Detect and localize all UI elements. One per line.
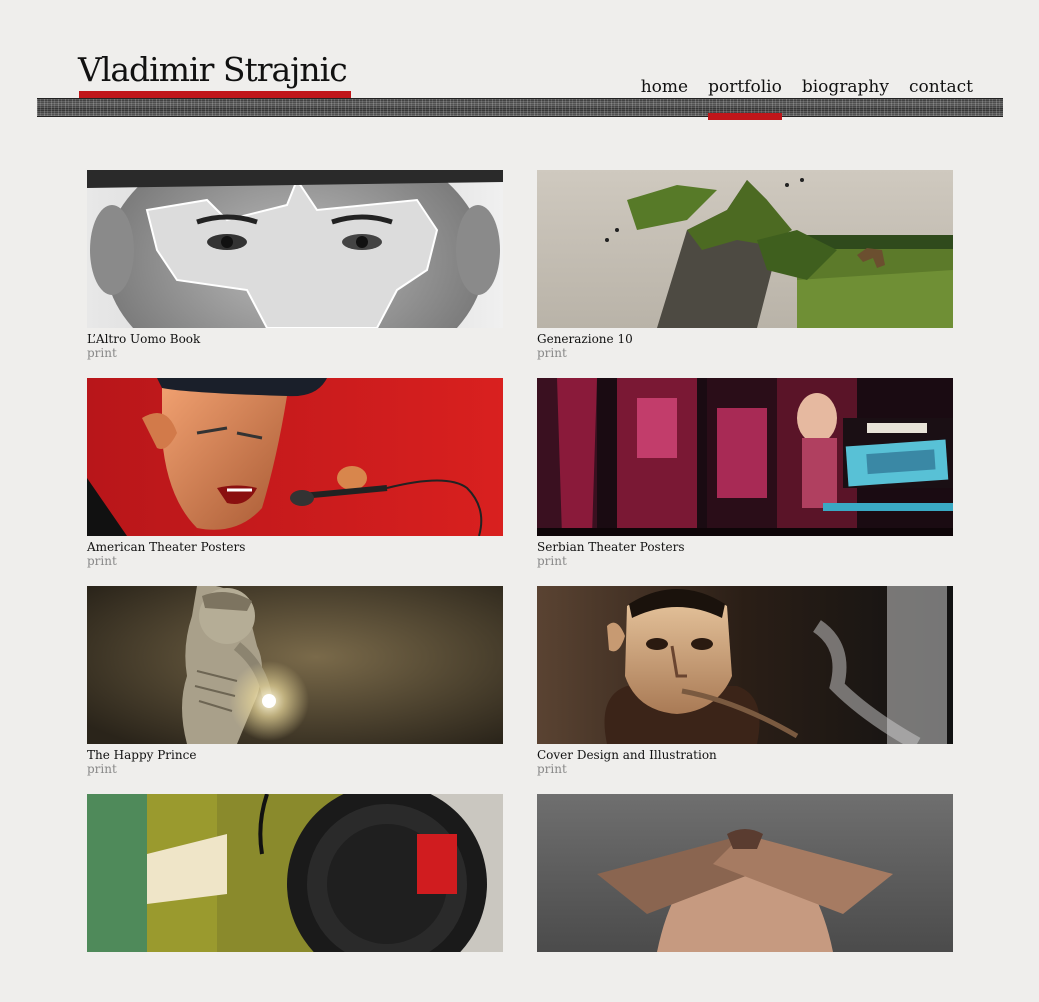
item-category: print (537, 346, 567, 360)
portfolio-item[interactable]: Generazione 10 print (537, 170, 953, 378)
item-category: print (87, 346, 117, 360)
serbian-poster-image[interactable] (537, 378, 953, 536)
portfolio-item[interactable]: L’Altro Uomo Book print (87, 170, 503, 378)
main-nav: home portfolio biography contact (641, 76, 973, 120)
portfolio-item[interactable]: American Theater Posters print (87, 378, 503, 586)
elvis-microphone-image[interactable] (87, 378, 503, 536)
item-title[interactable]: Generazione 10 (537, 332, 953, 346)
torn-paper-face-image[interactable] (87, 170, 503, 328)
title-underline (79, 91, 351, 98)
portfolio-item[interactable] (537, 794, 953, 1002)
nav-item-portfolio[interactable]: portfolio (708, 76, 782, 120)
portfolio-item[interactable]: Cover Design and Illustration print (537, 586, 953, 794)
item-title[interactable]: Cover Design and Illustration (537, 748, 953, 762)
header-texture-bar (37, 98, 1003, 117)
portfolio-item[interactable]: The Happy Prince print (87, 586, 503, 794)
portfolio-item[interactable] (87, 794, 503, 1002)
site-header: Vladimir Strajnic home portfolio biograp… (0, 0, 1039, 130)
nav-item-biography[interactable]: biography (802, 76, 889, 98)
item-title[interactable]: Serbian Theater Posters (537, 540, 953, 554)
nav-item-contact[interactable]: contact (909, 76, 973, 98)
crossed-arms-image[interactable] (537, 794, 953, 952)
item-title[interactable]: The Happy Prince (87, 748, 503, 762)
nav-item-home[interactable]: home (641, 76, 688, 98)
item-title[interactable]: L’Altro Uomo Book (87, 332, 503, 346)
site-title[interactable]: Vladimir Strajnic (78, 52, 348, 88)
item-category: print (87, 762, 117, 776)
item-category: print (537, 554, 567, 568)
record-cover-image[interactable] (87, 794, 503, 952)
item-title[interactable]: American Theater Posters (87, 540, 503, 554)
pipe-portrait-image[interactable] (537, 586, 953, 744)
portfolio-grid: L’Altro Uomo Book print Generazione 10 p… (87, 170, 953, 1002)
happy-prince-image[interactable] (87, 586, 503, 744)
tree-landscape-image[interactable] (537, 170, 953, 328)
item-category: print (87, 554, 117, 568)
portfolio-item[interactable]: Serbian Theater Posters print (537, 378, 953, 586)
item-category: print (537, 762, 567, 776)
